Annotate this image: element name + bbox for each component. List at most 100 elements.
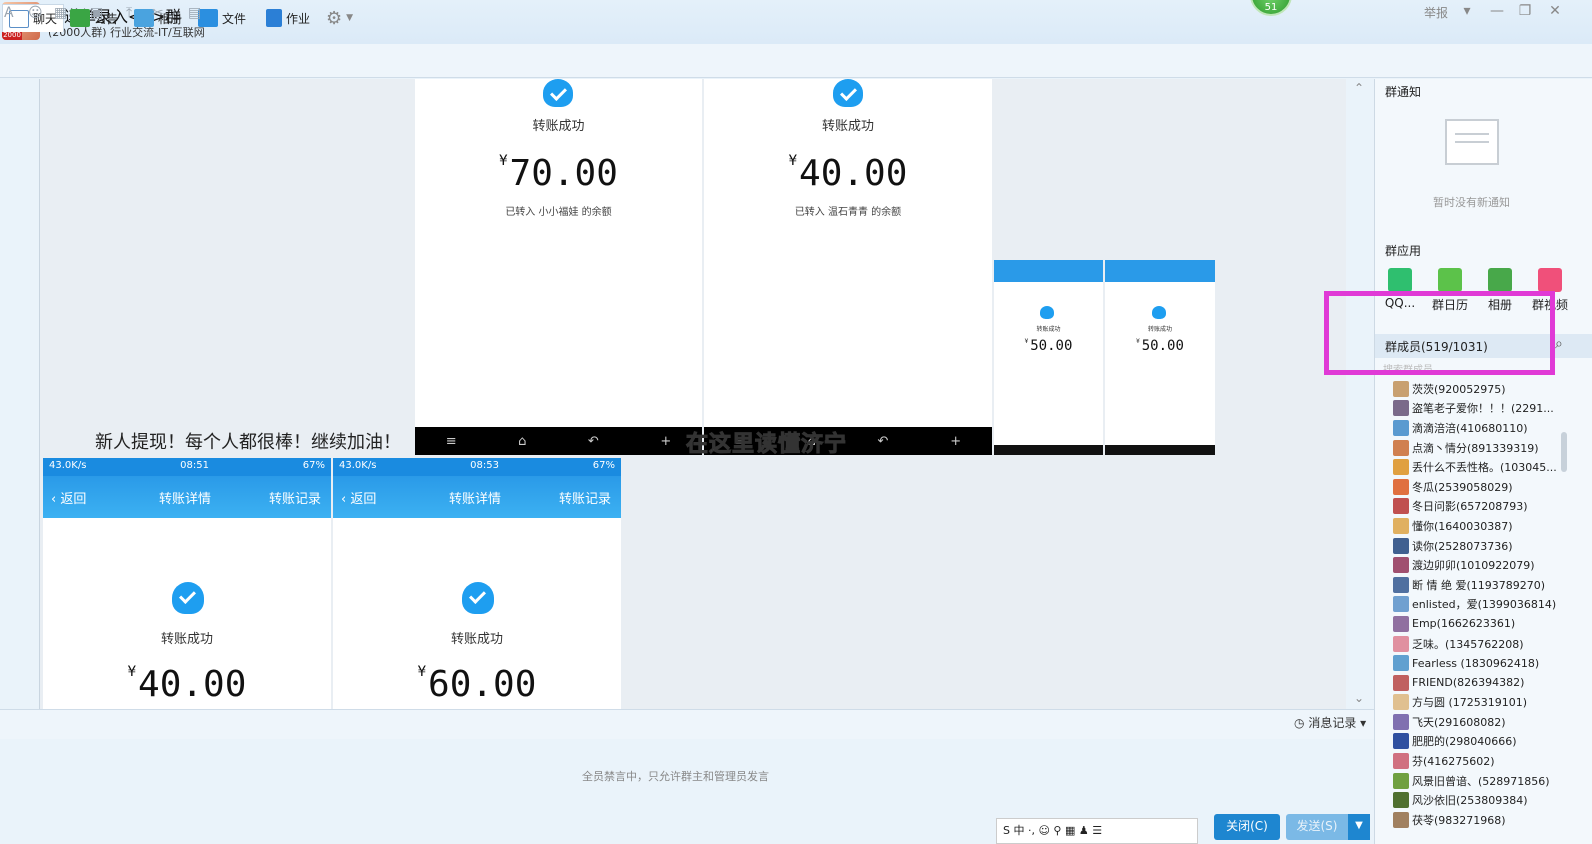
search-icon[interactable]: ⌕ <box>1555 336 1563 352</box>
member-item[interactable]: 茨茨(920052975) <box>1393 379 1592 399</box>
success-icon <box>462 582 494 614</box>
avatar <box>1393 419 1409 436</box>
minimize-button[interactable]: — <box>1486 2 1508 20</box>
avatar <box>1393 537 1409 554</box>
clock-icon: ◷ <box>1294 716 1305 730</box>
member-name: 飞天(291608082) <box>1412 715 1506 729</box>
dropdown-icon[interactable]: ▾ <box>1456 2 1478 20</box>
transfer-amount: ¥50.00 <box>1136 338 1184 354</box>
flag-icon <box>70 9 90 27</box>
member-item[interactable]: 飞天(291608082) <box>1393 712 1592 732</box>
photo-icon <box>1488 268 1512 292</box>
member-item[interactable]: 冬瓜(2539058029) <box>1393 477 1592 497</box>
member-name: FRIEND(826394382) <box>1412 676 1525 690</box>
send-options-icon[interactable]: ▼ <box>1348 814 1370 840</box>
transfer-amount: ¥50.00 <box>1024 338 1073 354</box>
member-name: enlisted，爱(1399036814) <box>1412 598 1557 612</box>
scroll-up-icon[interactable]: ⌃ <box>1354 81 1364 95</box>
image-icon[interactable]: ▣ <box>90 5 103 21</box>
calendar-icon <box>1438 268 1462 292</box>
font-icon[interactable]: A <box>4 5 14 21</box>
tab-homework[interactable]: 作业 <box>260 4 316 32</box>
member-name: 读你(2528073736) <box>1412 539 1513 553</box>
member-name: 滴滴涪涪(410680110) <box>1412 421 1528 435</box>
maximize-button[interactable]: ❐ <box>1514 2 1536 20</box>
gift-icon[interactable]: ▦ <box>54 5 67 21</box>
member-item[interactable]: 读你(2528073736) <box>1393 536 1592 556</box>
avatar <box>1393 576 1409 593</box>
member-item[interactable]: FRIEND(826394382) <box>1393 673 1592 693</box>
member-item[interactable]: 风沙依旧(253809384) <box>1393 790 1592 810</box>
avatar <box>1393 517 1409 534</box>
more-tools-icon[interactable]: ▤ <box>188 5 201 21</box>
phone-status-bar: 43.0K/s 08:53 67% <box>333 458 621 476</box>
settings-button[interactable]: ⚙ ▼ <box>320 4 359 32</box>
member-name: 断 情 绝 爱(1193789270) <box>1412 578 1546 592</box>
member-list-scrollbar[interactable] <box>1561 432 1567 472</box>
transfer-status: 转账成功 <box>1147 326 1172 333</box>
member-item[interactable]: 乏味。(1345762208) <box>1393 634 1592 654</box>
send-button[interactable]: 发送(S) <box>1286 814 1348 840</box>
member-item[interactable]: Fearless (1830962418) <box>1393 653 1592 673</box>
transfer-note: 已转入 小小福娃 的余额 <box>505 207 612 218</box>
avatar <box>1393 439 1409 456</box>
chat-scrollbar[interactable]: ⌃ ⌄ <box>1346 79 1374 709</box>
member-item[interactable]: 肥肥的(298040666) <box>1393 732 1592 752</box>
transfer-screenshot-small[interactable]: 转账成功 ¥50.00 <box>1105 260 1215 455</box>
tab-homework-label: 作业 <box>286 11 311 26</box>
member-name: 肥肥的(298040666) <box>1412 735 1517 749</box>
member-name: 盗笔老子爱你！！！(2291... <box>1412 402 1554 416</box>
phone-status-bar: 43.0K/s 08:51 67% <box>43 458 331 476</box>
input-toolbar <box>0 709 1374 739</box>
transfer-amount: ¥40.00 <box>788 153 908 194</box>
avatar <box>1393 772 1409 789</box>
member-name: 风沙依旧(253809384) <box>1412 794 1528 808</box>
apps-section-title: 群应用 <box>1385 244 1422 258</box>
member-name: Emp(1662623361) <box>1412 617 1516 631</box>
chat-message-area[interactable]: 转账成功 ¥70.00 已转入 小小福娃 的余额 ≡ ⌂ ↶ + 转账成功 ¥40.0… <box>40 79 1346 709</box>
member-item[interactable]: 断 情 绝 爱(1193789270) <box>1393 575 1592 595</box>
transfer-detail-screenshot[interactable]: 43.0K/s 08:53 67% ‹ 返回 转账详情 转账记录 转账成功 ¥60.… <box>333 458 621 709</box>
transfer-status: 转账成功 <box>160 632 213 647</box>
member-item[interactable]: 方与圆 (1725319101) <box>1393 693 1592 713</box>
transfer-screenshot-small[interactable]: 转账成功 ¥50.00 <box>994 260 1103 455</box>
member-item[interactable]: 风景旧曾谙、(528971856) <box>1393 771 1592 791</box>
close-button[interactable]: 关闭(C) <box>1214 814 1280 840</box>
message-history-label: 消息记录 <box>1308 716 1357 730</box>
transfer-screenshot[interactable]: 转账成功 ¥70.00 已转入 小小福娃 的余额 ≡ ⌂ ↶ + <box>415 79 702 455</box>
phone-nav-bar: ≡ ⌂ ↶ + <box>415 427 702 455</box>
photo-icon <box>134 9 154 27</box>
member-name: 冬瓜(2539058029) <box>1412 480 1513 494</box>
highlight-box <box>1324 291 1555 375</box>
transfer-records-link: 转账记录 <box>268 492 321 507</box>
ime-toolbar[interactable]: S 中 ·, ☺ ⚲ ▦ ♟ ☰ <box>996 818 1198 844</box>
member-name: 冬日问影(657208793) <box>1412 500 1528 514</box>
upload-icon[interactable]: ⤒ <box>126 5 132 21</box>
member-item[interactable]: Emp(1662623361) <box>1393 614 1592 634</box>
group-toolbar <box>0 44 1592 78</box>
phone-header: ‹ 返回 转账详情 转账记录 <box>333 476 621 518</box>
gear-icon: ⚙ <box>326 7 343 29</box>
success-icon <box>1152 306 1166 319</box>
close-window-button[interactable]: ✕ <box>1544 2 1566 20</box>
report-link[interactable]: 举报 <box>1424 4 1448 21</box>
transfer-detail-screenshot[interactable]: 43.0K/s 08:51 67% ‹ 返回 转账详情 转账记录 转账成功 ¥40.… <box>43 458 331 709</box>
message-history-button[interactable]: ◷ 消息记录 ▾ <box>1294 714 1366 731</box>
member-item[interactable]: 茯苓(983271968) <box>1393 810 1592 830</box>
transfer-screenshot[interactable]: 转账成功 ¥40.00 已转入 温石青青 的余额 ≡ ⌂ ↶ + <box>704 79 992 455</box>
avatar <box>1393 478 1409 495</box>
avatar <box>1393 459 1409 476</box>
member-item[interactable]: 芬(416275602) <box>1393 751 1592 771</box>
member-item[interactable]: 盗笔老子爱你！！！(2291... <box>1393 399 1592 419</box>
emoji-icon[interactable]: ☺ <box>28 5 43 21</box>
avatar <box>1393 655 1409 672</box>
scissors-icon[interactable]: ✂ <box>152 5 164 21</box>
member-item[interactable]: 冬日问影(657208793) <box>1393 497 1592 517</box>
member-item[interactable]: 渡边卯卯(1010922079) <box>1393 555 1592 575</box>
member-item[interactable]: enlisted，爱(1399036814) <box>1393 595 1592 615</box>
transfer-amount: ¥60.00 <box>417 664 537 705</box>
member-name: Fearless (1830962418) <box>1412 656 1540 670</box>
member-item[interactable]: 懂你(1640030387) <box>1393 516 1592 536</box>
scroll-down-icon[interactable]: ⌄ <box>1354 691 1364 705</box>
avatar <box>1393 615 1409 632</box>
